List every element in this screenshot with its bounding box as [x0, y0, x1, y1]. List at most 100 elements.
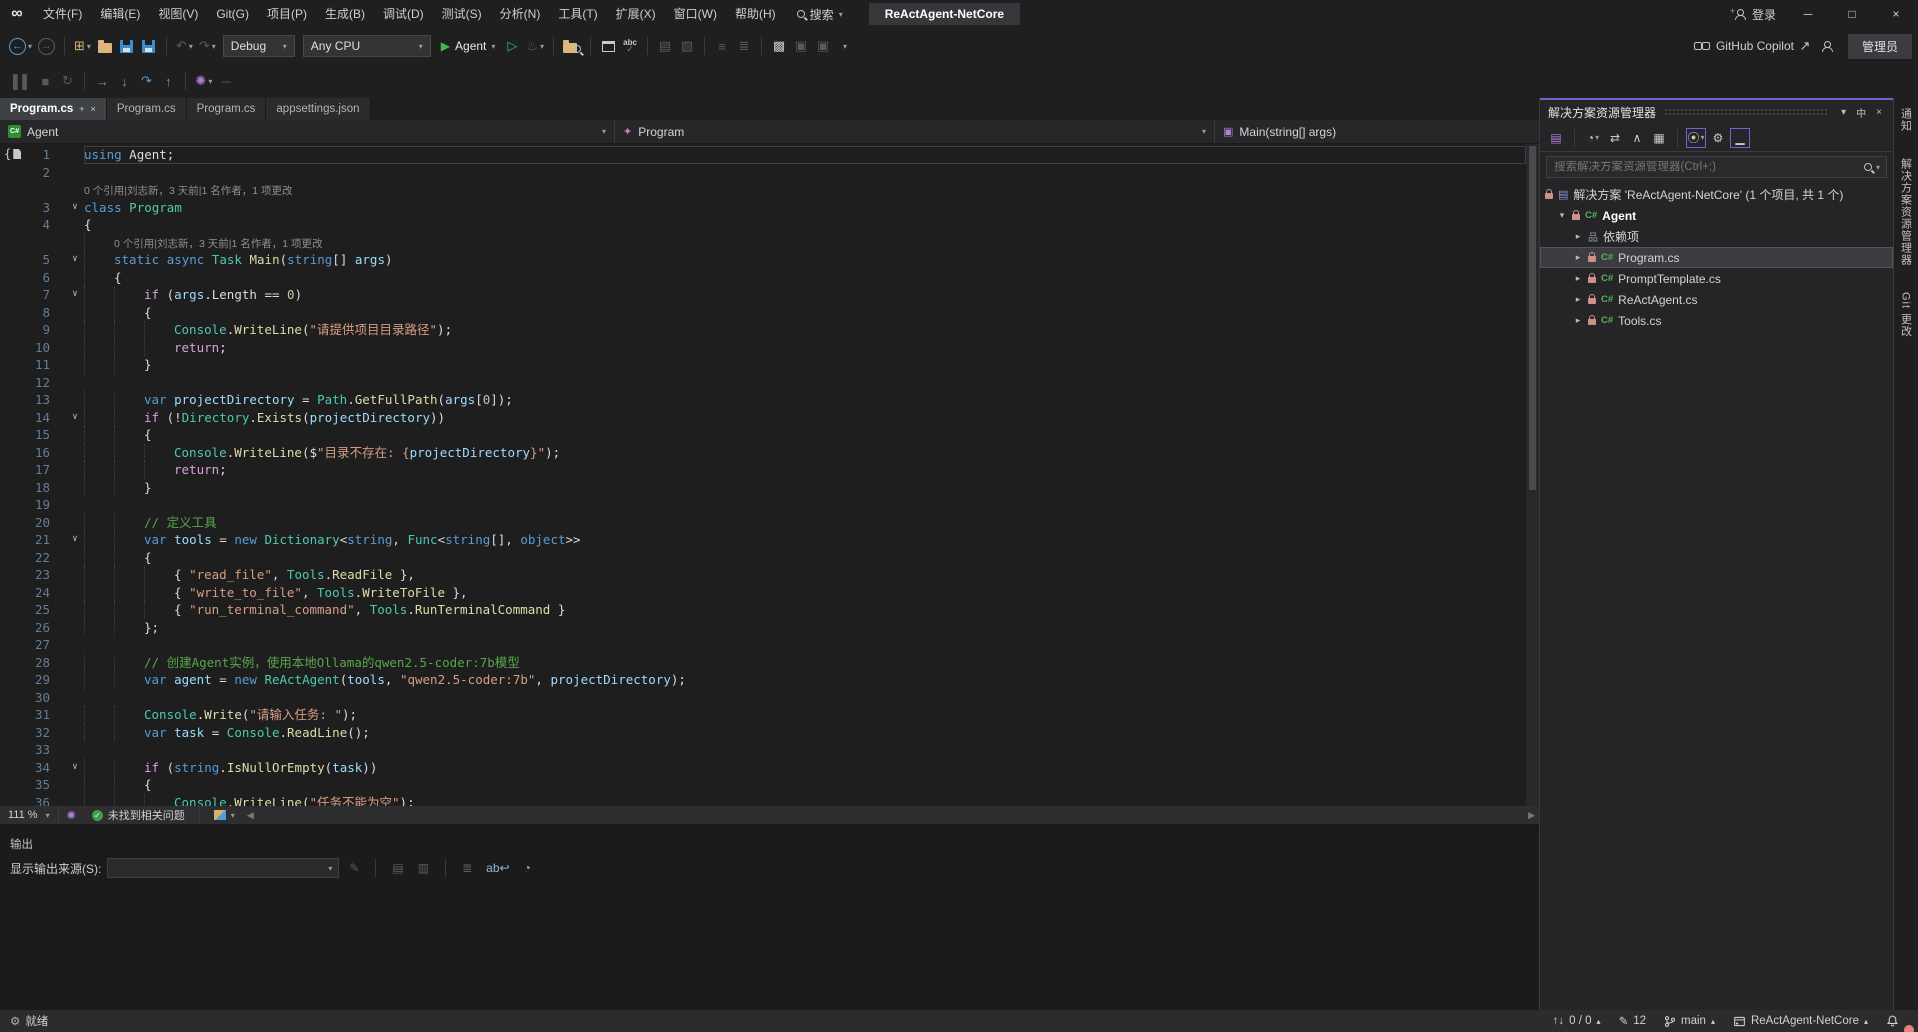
fold-arrow-icon[interactable]: ∨ [66, 409, 84, 427]
menu-item-9[interactable]: 工具(T) [549, 0, 606, 28]
indent-decrease-button[interactable]: ≡ [711, 34, 733, 58]
panel-close-icon[interactable]: × [1871, 107, 1887, 118]
output-content[interactable] [0, 884, 1539, 1010]
find-in-files-button[interactable] [560, 34, 584, 58]
fold-arrow-icon[interactable]: ∨ [66, 199, 84, 217]
code-text[interactable]: { [84, 269, 1526, 287]
code-text[interactable]: { "read_file", Tools.ReadFile }, [84, 566, 1526, 584]
redo-button[interactable]: ↷▾ [196, 34, 219, 58]
code-text[interactable]: static async Task Main(string[] args) [84, 251, 1526, 269]
code-text[interactable]: var task = Console.ReadLine(); [84, 724, 1526, 742]
menu-item-7[interactable]: 测试(S) [433, 0, 491, 28]
current-branch-button[interactable]: main ▴ [1655, 1010, 1724, 1032]
code-text[interactable]: Console.Write("请输入任务: "); [84, 706, 1526, 724]
code-row[interactable]: 0 个引用|刘志新，3 天前|1 名作者，1 项更改 [0, 181, 1526, 199]
code-text[interactable]: { "run_terminal_command", Tools.RunTermi… [84, 601, 1526, 619]
code-text[interactable]: class Program [84, 199, 1526, 217]
code-row[interactable]: 8{ [0, 304, 1526, 322]
code-row[interactable]: 1using Agent; [0, 146, 1526, 164]
menu-item-2[interactable]: 视图(V) [149, 0, 207, 28]
save-button[interactable] [116, 34, 138, 58]
maximize-button[interactable]: □ [1830, 0, 1874, 28]
code-text[interactable] [84, 164, 1526, 182]
find-message-icon[interactable]: ✎ [345, 861, 363, 875]
scroll-right-icon[interactable]: ▶ [1524, 810, 1539, 821]
code-row[interactable]: 10return; [0, 339, 1526, 357]
pin-icon[interactable]: 中 [1851, 105, 1871, 120]
code-row[interactable]: 5∨static async Task Main(string[] args) [0, 251, 1526, 269]
tree-item-依赖项[interactable]: ▸品依赖项 [1540, 226, 1893, 247]
close-button[interactable]: × [1874, 0, 1918, 28]
code-text[interactable]: { [84, 304, 1526, 322]
tab-Program.cs[interactable]: Program.cs [107, 98, 187, 120]
save-all-button[interactable] [138, 34, 160, 58]
tree-collapse-icon[interactable]: ▸ [1573, 294, 1583, 305]
code-row[interactable]: 30 [0, 689, 1526, 707]
editor-vertical-scrollbar[interactable] [1526, 144, 1539, 806]
code-row[interactable]: 31Console.Write("请输入任务: "); [0, 706, 1526, 724]
start-without-debugging-button[interactable]: ▷ [501, 34, 523, 58]
code-row[interactable]: 17return; [0, 461, 1526, 479]
code-text[interactable]: var tools = new Dictionary<string, Func<… [84, 531, 1526, 549]
code-row[interactable]: 15{ [0, 426, 1526, 444]
type-dropdown[interactable]: ✦ Program ▾ [615, 120, 1215, 143]
menu-item-0[interactable]: 文件(F) [34, 0, 91, 28]
step-over-button[interactable]: ↷ [135, 69, 157, 93]
side-tab-Git 更改[interactable]: Git 更改 [1898, 286, 1914, 343]
current-repository-button[interactable]: ReActAgent-NetCore ▴ [1724, 1010, 1877, 1032]
menu-item-10[interactable]: 扩展(X) [607, 0, 665, 28]
navigate-forward-button[interactable]: → [35, 34, 58, 58]
codelens-info[interactable]: 0 个引用|刘志新，3 天前|1 名作者，1 项更改 [114, 238, 322, 250]
start-debugging-button[interactable]: ▶ Agent ▾ [435, 34, 502, 58]
project-dropdown[interactable]: C# Agent ▾ [0, 120, 615, 143]
menu-item-1[interactable]: 编辑(E) [91, 0, 149, 28]
code-text[interactable]: // 定义工具 [84, 514, 1526, 532]
word-wrap-icon[interactable]: ab↩ [482, 861, 513, 875]
search-options-icon[interactable]: ▾ [1876, 163, 1880, 172]
fold-arrow-icon[interactable]: ∨ [66, 531, 84, 549]
show-all-files-button[interactable]: ⦿▾ [1686, 128, 1706, 148]
code-cleanup-button[interactable]: ▾ [206, 806, 243, 824]
side-tab-通知[interactable]: 通知 [1898, 102, 1914, 138]
code-text[interactable]: if (string.IsNullOrEmpty(task)) [84, 759, 1526, 777]
properties-window-button[interactable]: ▦ [1649, 128, 1669, 148]
code-row[interactable]: 24{ "write_to_file", Tools.WriteToFile }… [0, 584, 1526, 602]
code-text[interactable]: 0 个引用|刘志新，3 天前|1 名作者，1 项更改 [84, 181, 1526, 199]
code-row[interactable]: 4{ [0, 216, 1526, 234]
code-row[interactable]: 16Console.WriteLine($"目录不存在: {projectDir… [0, 444, 1526, 462]
undo-button[interactable]: ↶▾ [173, 34, 196, 58]
code-text[interactable]: { [84, 549, 1526, 567]
timestamp-icon[interactable]: ◔ [520, 861, 535, 875]
debug-toolbar-overflow[interactable]: ─ [215, 69, 237, 93]
code-text[interactable]: using Agent; [84, 146, 1526, 164]
code-lines[interactable]: 1using Agent;20 个引用|刘志新，3 天前|1 名作者，1 项更改… [0, 144, 1526, 806]
code-row[interactable]: 22{ [0, 549, 1526, 567]
switch-views-button[interactable]: ▤ [1546, 128, 1566, 148]
code-text[interactable] [84, 689, 1526, 707]
code-row[interactable]: 28// 创建Agent实例，使用本地Ollama的qwen2.5-coder:… [0, 654, 1526, 672]
code-text[interactable]: Console.WriteLine("任务不能为空"); [84, 794, 1526, 807]
member-dropdown[interactable]: ▣ Main(string[] args) [1215, 120, 1539, 143]
code-text[interactable]: Console.WriteLine($"目录不存在: {projectDirec… [84, 444, 1526, 462]
indent-increase-button[interactable]: ≣ [733, 34, 755, 58]
uncomment-button[interactable]: ▧ [676, 34, 698, 58]
code-row[interactable]: 9Console.WriteLine("请提供项目目录路径"); [0, 321, 1526, 339]
new-project-button[interactable]: ⊞▾ [71, 34, 94, 58]
tree-collapse-icon[interactable]: ▸ [1573, 273, 1583, 284]
codelens-info[interactable]: 0 个引用|刘志新，3 天前|1 名作者，1 项更改 [84, 185, 292, 197]
code-text[interactable]: { [84, 776, 1526, 794]
tab-close-icon[interactable]: × [91, 104, 96, 114]
tab-pin-icon[interactable]: + [79, 104, 84, 114]
tree-expanded-icon[interactable]: ▾ [1557, 210, 1567, 221]
preview-selected-items-button[interactable]: ▁ [1730, 128, 1750, 148]
code-text[interactable] [84, 636, 1526, 654]
code-text[interactable]: } [84, 356, 1526, 374]
code-row[interactable]: 32var task = Console.ReadLine(); [0, 724, 1526, 742]
hot-reload-button[interactable]: ♨▾ [523, 34, 547, 58]
sync-with-active-document-button[interactable]: ⇄ [1605, 128, 1625, 148]
comment-button[interactable]: ▤ [654, 34, 676, 58]
show-next-statement-button[interactable]: → [91, 69, 113, 93]
code-row[interactable]: 20// 定义工具 [0, 514, 1526, 532]
code-editor[interactable]: { 1using Agent;20 个引用|刘志新，3 天前|1 名作者，1 项… [0, 144, 1539, 806]
peek-window-button[interactable] [597, 34, 619, 58]
